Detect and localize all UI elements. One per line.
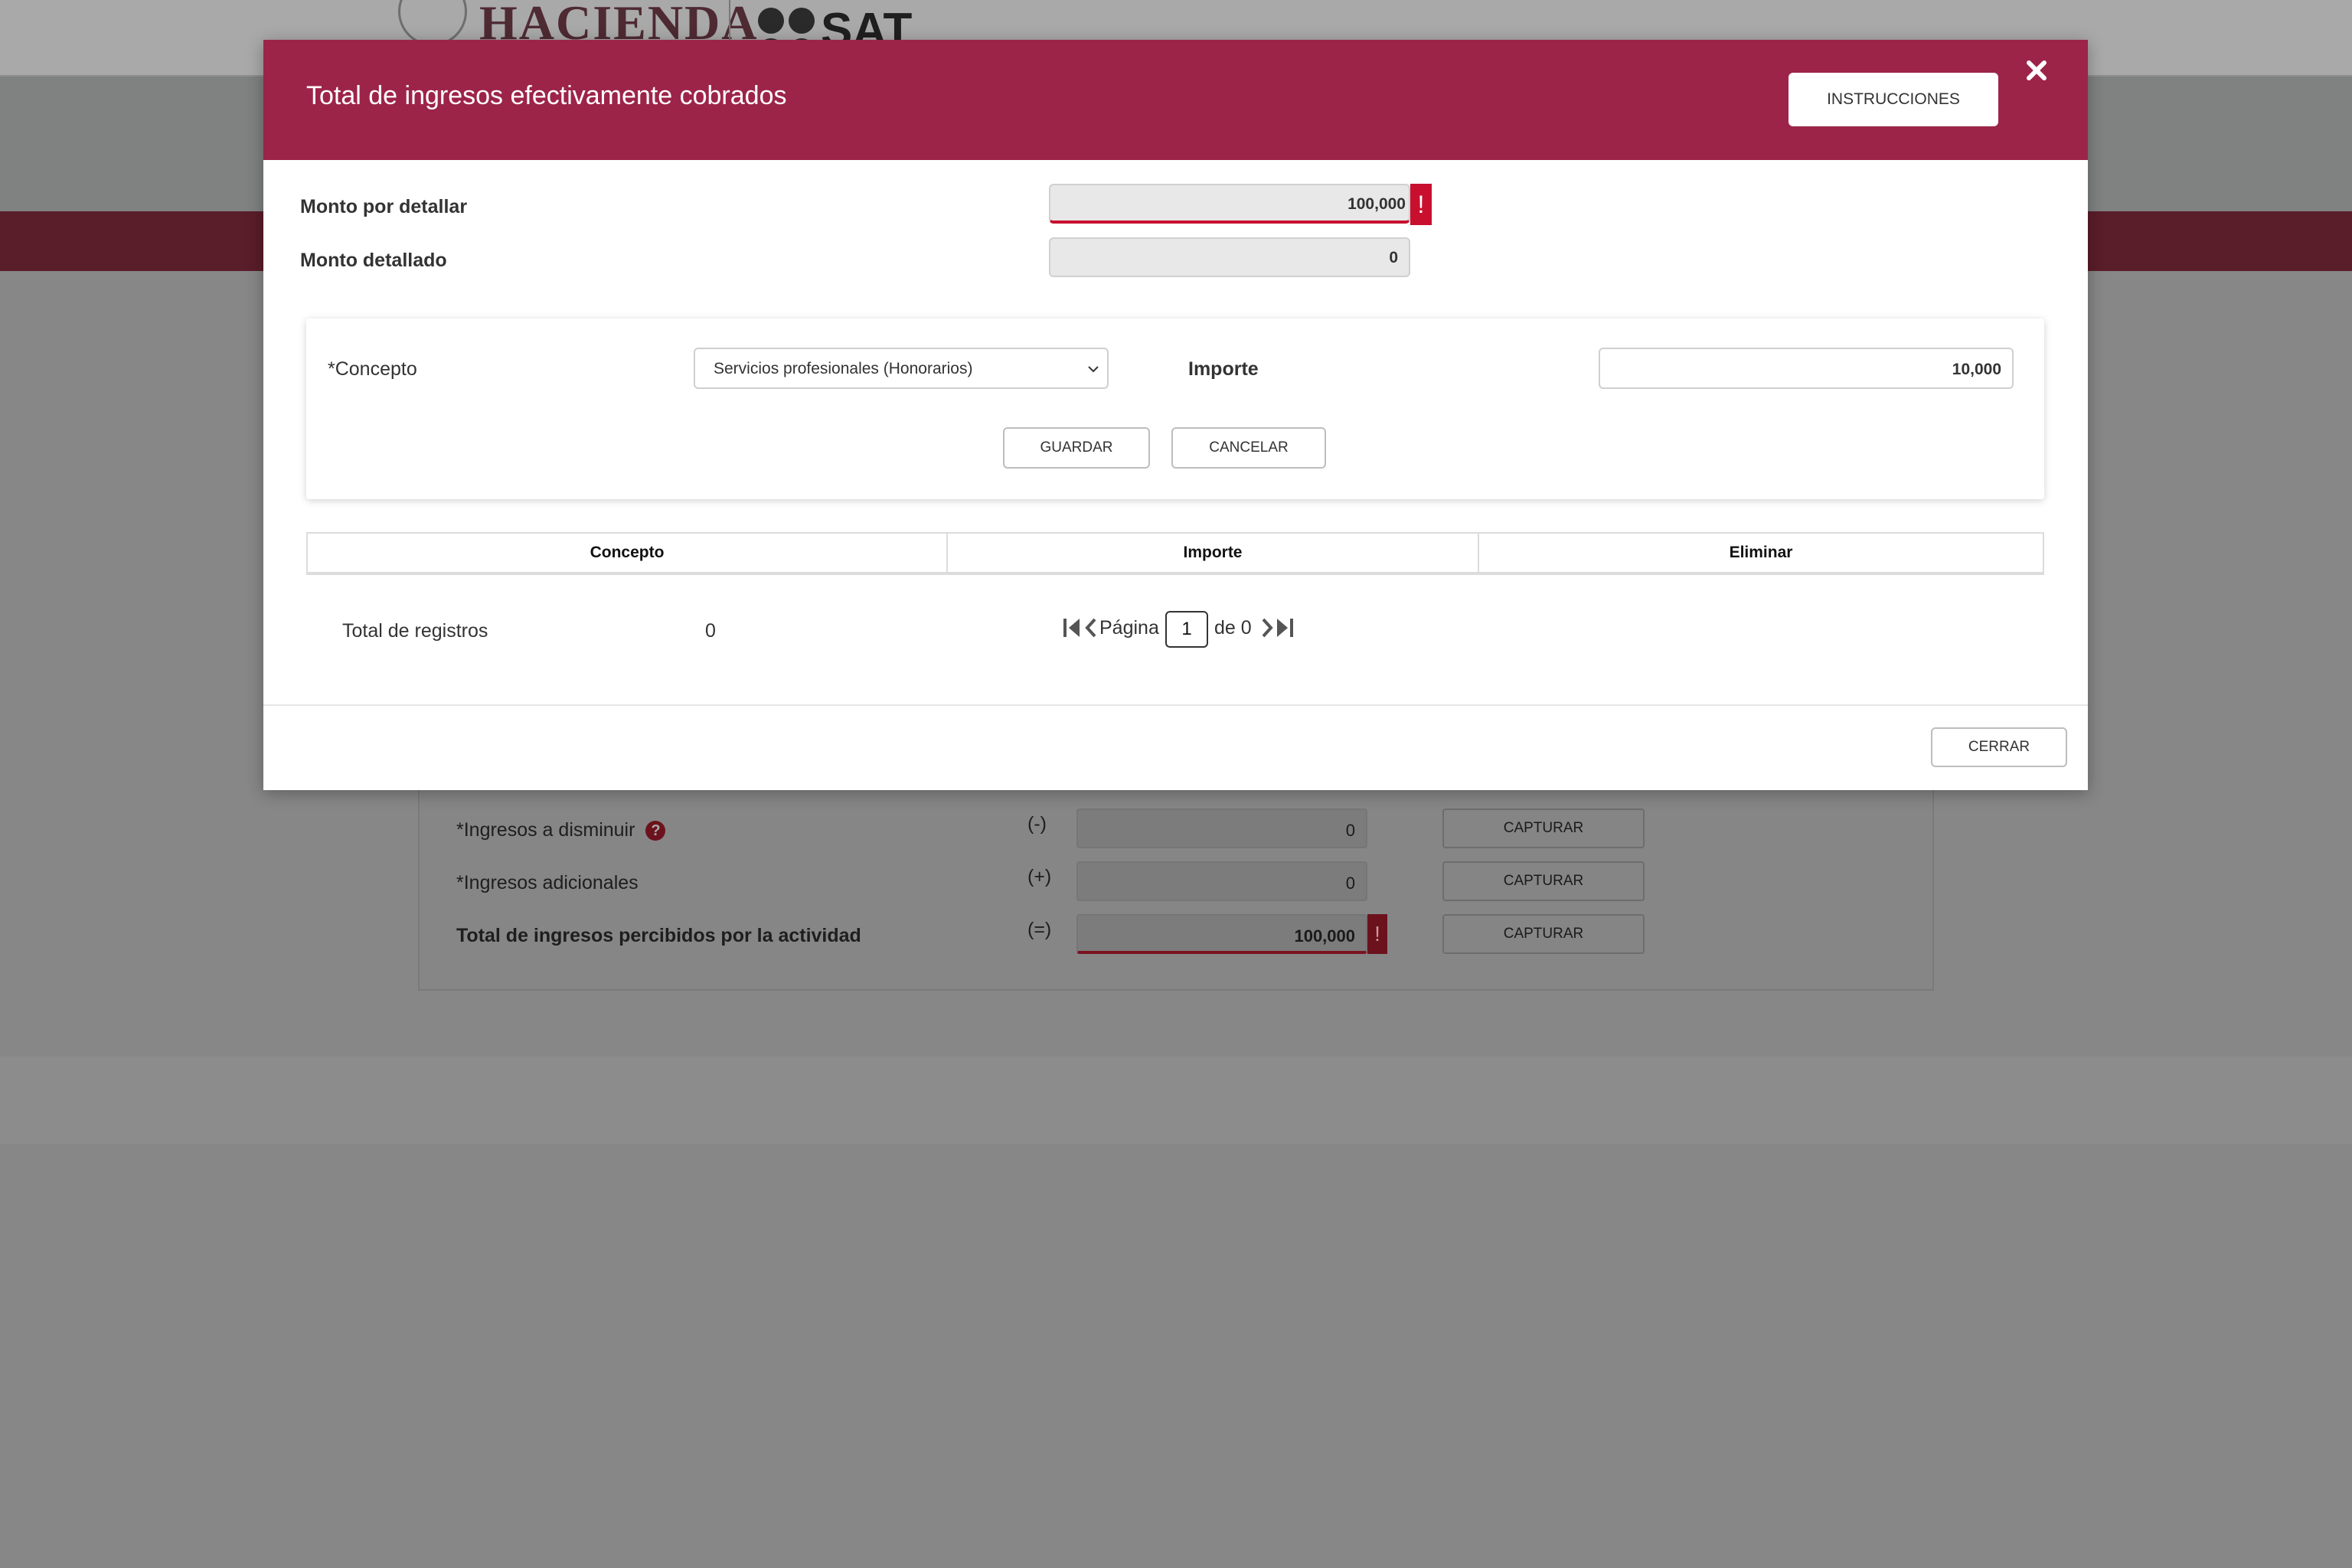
save-button[interactable]: GUARDAR [1003, 427, 1150, 469]
last-page-icon[interactable] [1272, 616, 1295, 639]
capturar-button[interactable]: CAPTURAR [1442, 808, 1645, 848]
row-ingresos-disminuir: *Ingresos a disminuir ? (-) 0 CAPTURAR [420, 808, 1932, 851]
monto-por-detallar-value: 100,000 [1348, 195, 1406, 213]
monto-detallado-field: 0 [1049, 237, 1410, 277]
help-icon[interactable]: ? [645, 820, 666, 841]
chevron-down-icon [1088, 366, 1099, 373]
close-icon[interactable] [2021, 55, 2052, 86]
modal-footer-divider [263, 704, 2088, 706]
row-label: *Ingresos adicionales [456, 872, 639, 893]
modal-header: Total de ingresos efectivamente cobrados… [263, 40, 2088, 160]
error-flag-icon: ! [1410, 184, 1432, 225]
modal-title: Total de ingresos efectivamente cobrados [306, 81, 787, 110]
capturar-button[interactable]: CAPTURAR [1442, 861, 1645, 901]
row-label: *Ingresos a disminuir [456, 819, 635, 841]
national-seal-icon [398, 0, 467, 46]
amount-field: 100,000 [1076, 914, 1367, 954]
page-label: Página [1099, 617, 1159, 639]
error-flag-icon: ! [1367, 914, 1387, 954]
amount-field: 0 [1076, 808, 1367, 848]
concept-form-card: *Concepto Servicios profesionales (Honor… [306, 318, 2044, 499]
records-table-header: Concepto Importe Eliminar [306, 532, 2044, 575]
page-footer [0, 1057, 2352, 1144]
page-number-input[interactable]: 1 [1165, 611, 1208, 648]
concepto-selected-value: Servicios profesionales (Honorarios) [714, 360, 973, 377]
capturar-button[interactable]: CAPTURAR [1442, 914, 1645, 954]
importe-label: Importe [1188, 358, 1259, 380]
row-label: Total de ingresos percibidos por la acti… [456, 925, 861, 946]
monto-por-detallar-field: 100,000 [1049, 184, 1410, 224]
monto-por-detallar-label: Monto por detallar [300, 196, 468, 217]
cancel-button[interactable]: CANCELAR [1171, 427, 1326, 469]
monto-detallado-value: 0 [1389, 249, 1398, 266]
importe-input[interactable]: 10,000 [1599, 348, 2014, 389]
page-total-label: de 0 [1214, 617, 1252, 639]
column-header-eliminar: Eliminar [1729, 544, 1793, 561]
amount-field: 0 [1076, 861, 1367, 901]
row-ingresos-adicionales: *Ingresos adicionales (+) 0 CAPTURAR [420, 861, 1932, 904]
monto-detallado-label: Monto detallado [300, 250, 447, 271]
operator-label: (+) [1027, 866, 1052, 887]
concepto-select[interactable]: Servicios profesionales (Honorarios) [694, 348, 1109, 389]
total-records-label: Total de registros [342, 620, 488, 642]
operator-label: (-) [1027, 813, 1047, 835]
operator-label: (=) [1027, 919, 1052, 940]
hacienda-logo-text: HACIENDA [479, 0, 759, 46]
close-button[interactable]: CERRAR [1931, 727, 2067, 767]
concepto-label: *Concepto [328, 358, 417, 380]
hacienda-logo: HACIENDA [398, 0, 758, 46]
row-total-ingresos: Total de ingresos percibidos por la acti… [420, 914, 1932, 957]
instructions-button[interactable]: INSTRUCCIONES [1788, 73, 1998, 126]
column-header-concepto: Concepto [308, 534, 948, 572]
total-records-value: 0 [705, 620, 716, 642]
income-detail-modal: Total de ingresos efectivamente cobrados… [263, 40, 2088, 790]
column-header-importe: Importe [948, 534, 1479, 572]
logo-divider [729, 0, 730, 46]
